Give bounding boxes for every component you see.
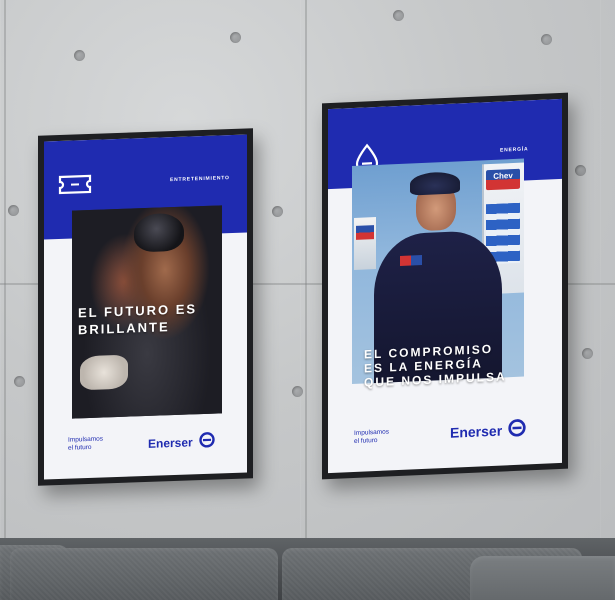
sofa-cushion <box>10 548 278 600</box>
wall-hole <box>272 206 283 217</box>
pump-logo <box>356 225 374 240</box>
sofa-pillow <box>470 556 615 600</box>
wall-hole <box>230 32 241 43</box>
enerser-logo-icon <box>508 418 526 440</box>
poster-category-label: ENERGÍA <box>500 146 529 154</box>
right-poster-frame: ENERGÍA Chev EL COMPROMISO ES LA ENERGÍA… <box>322 92 568 480</box>
left-poster: ENTRETENIMIENTO EL FUTURO ES BRILLANTE I… <box>44 134 247 480</box>
jacket-patch <box>400 255 422 266</box>
wall-hole <box>292 386 303 397</box>
wall-hole <box>541 34 552 45</box>
wall-seam <box>4 0 6 540</box>
wall-seam <box>305 0 307 540</box>
poster-tagline: Impulsamos el futuro <box>68 435 104 452</box>
wall-hole <box>393 10 404 21</box>
poster-headline: EL FUTURO ES BRILLANTE <box>78 301 198 338</box>
poster-headline: EL COMPROMISO ES LA ENERGÍA QUE NOS IMPU… <box>364 341 507 390</box>
brand-logo: Enerser <box>450 418 526 442</box>
batting-helmet <box>134 212 184 253</box>
worker-cap <box>410 171 460 196</box>
enerser-logo-icon <box>199 432 215 452</box>
wall-hole <box>582 348 593 359</box>
right-poster: ENERGÍA Chev EL COMPROMISO ES LA ENERGÍA… <box>328 98 562 474</box>
wall-hole <box>14 376 25 387</box>
wall-hole <box>74 50 85 61</box>
brand-name: Enerser <box>450 422 503 441</box>
wall-hole <box>575 165 586 176</box>
poster-tagline: Impulsamos el futuro <box>354 428 390 445</box>
station-sign-text: Chev <box>493 171 513 181</box>
brand-logo: Enerser <box>148 432 215 453</box>
batting-glove <box>80 354 128 391</box>
left-poster-frame: ENTRETENIMIENTO EL FUTURO ES BRILLANTE I… <box>38 128 253 486</box>
brand-name: Enerser <box>148 434 193 451</box>
ticket-icon <box>58 174 92 200</box>
wall-hole <box>8 205 19 216</box>
